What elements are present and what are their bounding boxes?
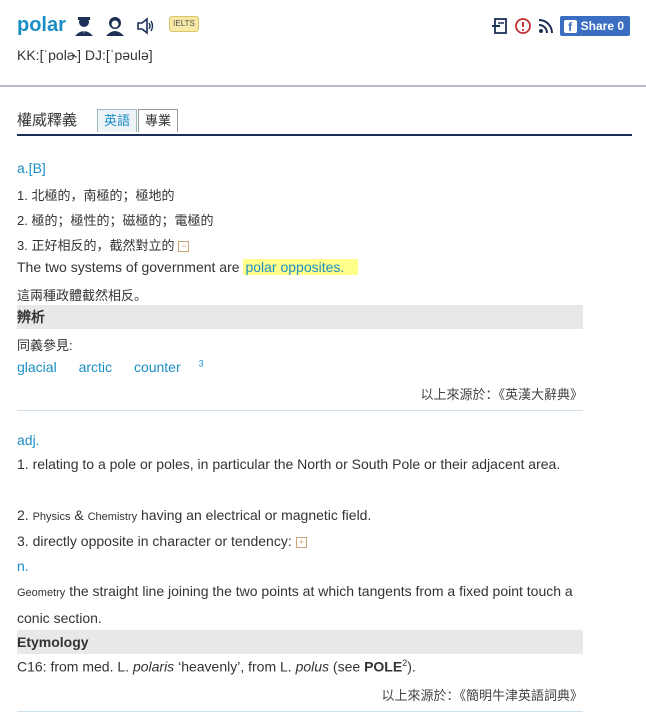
link-glacial[interactable]: glacial (17, 359, 57, 375)
part-of-speech-adj: adj. (17, 432, 40, 448)
collapse-toggle[interactable]: − (178, 241, 190, 253)
noun-definition: Geometry the straight line joining the t… (17, 579, 587, 631)
headword: polar (17, 14, 66, 36)
facebook-icon: f (563, 19, 577, 34)
notebook-icon[interactable] (491, 17, 509, 35)
example-sentence: The two systems of government are polar … (17, 259, 359, 275)
etymology-text: C16: from med. L. polaris ‘heavenly’, fr… (17, 658, 416, 675)
bottom-divider (17, 711, 583, 712)
definition-1: 1. 北極的，南極的；極地的 (17, 188, 175, 203)
definition-3: 3. 正好相反的，截然對立的 − (17, 235, 190, 254)
link-counter[interactable]: counter 3 (134, 358, 204, 375)
definition-2: 2. 極的；極性的；磁極的；電極的 (17, 213, 214, 228)
speaker-icon[interactable] (136, 17, 156, 35)
label-chemistry: Chemistry (87, 511, 138, 523)
tab-professional[interactable]: 專業 (138, 109, 179, 132)
etymology-bar: Etymology (17, 630, 583, 654)
def2-prefix: 2. (17, 507, 29, 523)
source-note-1: 以上來源於：《英漢大辭典》 (420, 387, 583, 402)
adj-definition-3: 3. directly opposite in character or ten… (17, 533, 307, 549)
def3-text: 3. directly opposite in character or ten… (17, 533, 292, 549)
ety-a: C16: from med. L. (17, 658, 133, 675)
synonym-links: glacial arctic counter 3 (17, 358, 222, 375)
tab-english[interactable]: 英語 (97, 109, 138, 132)
source-note-2: 以上來源於：《簡明牛津英語詞典》 (381, 688, 583, 703)
ety-c: ‘heavenly’, from L. (174, 658, 296, 675)
definition-3-text: 3. 正好相反的，截然對立的 (17, 238, 175, 253)
ety-e: (see (329, 658, 365, 675)
example-translation: 這兩種政體截然相反。 (17, 288, 148, 303)
share-label: Share 0 (580, 19, 624, 33)
adj-definition-2: 2. Physics & Chemistry having an electri… (17, 507, 371, 523)
highlight-rest: opposites. (276, 259, 345, 275)
pronunciation: KK:[ˈpolɚ] DJ:[ˈpəulə] (17, 47, 153, 63)
section-divider (17, 410, 583, 411)
adj-definition-1: 1. relating to a pole or poles, in parti… (17, 456, 561, 472)
synonym-label: 同義參見: (17, 338, 73, 353)
top-actions: f Share 0 (491, 16, 630, 36)
part-of-speech: a.[B] (17, 160, 46, 176)
example-highlight: polar opposites. (243, 259, 359, 275)
facebook-share-button[interactable]: f Share 0 (559, 16, 630, 36)
link-arctic[interactable]: arctic (79, 359, 112, 375)
rss-icon[interactable] (537, 17, 555, 35)
ety-polus: polus (295, 658, 330, 675)
tabs-title: 權威釋義 (17, 112, 78, 129)
ety-pole-link[interactable]: POLE (364, 659, 402, 675)
ety-g: ). (407, 658, 416, 675)
example-text: The two systems of government are (17, 259, 244, 275)
alert-icon[interactable] (514, 17, 532, 35)
word-header: polar IELTS KK:[ˈpolɚ] DJ:[ˈpəulə] f Sha… (0, 0, 646, 87)
link-counter-sup: 3 (198, 358, 204, 368)
part-of-speech-noun: n. (17, 558, 29, 574)
highlight-word: polar (245, 259, 277, 275)
def2-text: having an electrical or magnetic field. (141, 507, 372, 523)
ielts-badge: IELTS (169, 16, 199, 32)
label-amp: & (74, 507, 84, 523)
noun-definition-text: the straight line joining the two points… (17, 583, 573, 626)
expand-toggle[interactable]: + (295, 536, 307, 548)
link-counter-text[interactable]: counter (134, 359, 181, 375)
label-physics: Physics (32, 511, 71, 523)
definition-tabs: 權威釋義 英語 專業 (17, 106, 632, 136)
pronounce-male-icon[interactable] (73, 15, 95, 37)
analysis-bar: 辨析 (17, 305, 583, 329)
ety-polaris: polaris (132, 658, 175, 675)
label-geometry: Geometry (17, 587, 66, 599)
pronounce-female-icon[interactable] (104, 15, 126, 37)
